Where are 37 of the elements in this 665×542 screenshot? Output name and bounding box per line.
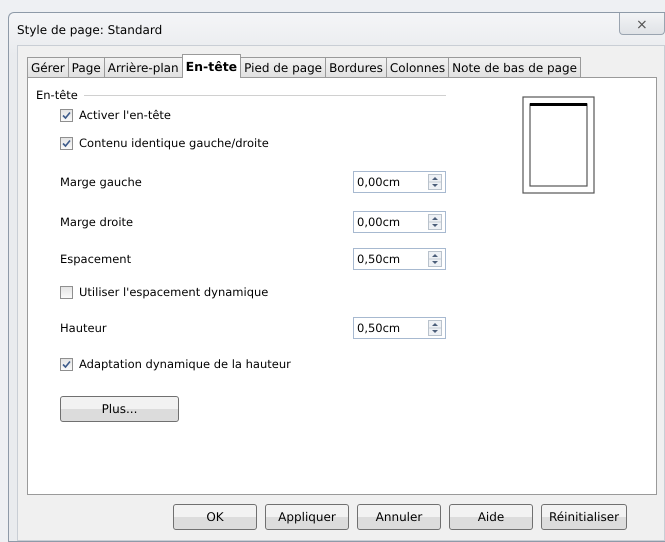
checkbox-label[interactable]: Activer l'en-tête <box>79 108 171 122</box>
checkbox[interactable] <box>60 136 73 150</box>
tab[interactable]: Colonnes <box>386 57 450 78</box>
spin-arrows-icon[interactable] <box>428 174 442 190</box>
spin-field[interactable]: 0,00cm <box>353 211 446 233</box>
checkbox-label[interactable]: Utiliser l'espacement dynamique <box>79 285 268 299</box>
section-title: En-tête <box>36 88 78 102</box>
tab[interactable]: Pied de page <box>240 57 326 78</box>
spin-arrows-icon[interactable] <box>428 214 442 230</box>
tab[interactable]: Bordures <box>325 57 387 78</box>
close-button[interactable]: ⨯ <box>619 13 665 35</box>
spin-field[interactable]: 0,50cm <box>353 248 446 270</box>
checkbox-label[interactable]: Adaptation dynamique de la hauteur <box>79 357 291 371</box>
checkbox-label[interactable]: Contenu identique gauche/droite <box>79 136 269 150</box>
dialog-button[interactable]: Réinitialiser <box>541 504 627 530</box>
window-title: Style de page: Standard <box>17 22 162 37</box>
dialog-button[interactable]: Annuler <box>357 504 441 530</box>
tab[interactable]: Arrière-plan <box>104 57 183 78</box>
tab[interactable]: En-tête <box>182 54 242 78</box>
field-label: Marge gauche <box>60 175 142 189</box>
more-button[interactable]: Plus... <box>60 396 179 422</box>
field-label: Espacement <box>60 252 132 266</box>
tab[interactable]: Gérer <box>27 57 69 78</box>
spin-field[interactable]: 0,50cm <box>353 317 446 339</box>
spin-field[interactable]: 0,00cm <box>353 171 446 193</box>
dialog-button[interactable]: Aide <box>449 504 533 530</box>
tab[interactable]: Note de bas de page <box>448 57 581 78</box>
tab[interactable]: Page <box>68 57 105 78</box>
checkbox[interactable] <box>60 286 73 298</box>
dialog-button[interactable]: Appliquer <box>265 504 349 530</box>
field-label: Marge droite <box>60 215 134 229</box>
field-label: Hauteur <box>60 321 107 335</box>
spin-arrows-icon[interactable] <box>428 251 442 267</box>
spin-arrows-icon[interactable] <box>428 320 442 336</box>
checkbox[interactable] <box>60 358 73 370</box>
checkbox[interactable] <box>60 108 73 122</box>
dialog-button[interactable]: OK <box>173 504 257 530</box>
